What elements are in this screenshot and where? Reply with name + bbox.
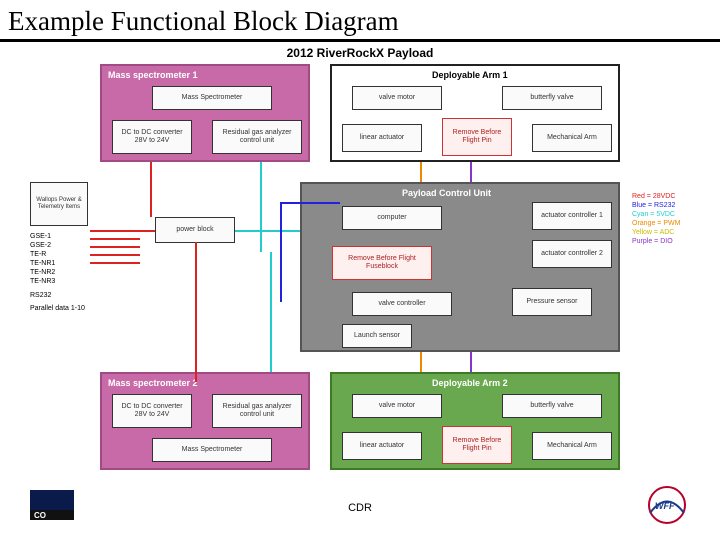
- wire: [90, 262, 140, 264]
- module-pcu-title: Payload Control Unit: [402, 188, 491, 198]
- svg-text:WFF: WFF: [655, 501, 675, 511]
- module-pcu: Payload Control Unit computer actuator c…: [300, 182, 620, 352]
- box-arm1-valvemotor: valve motor: [352, 86, 442, 110]
- module-ms1-title: Mass spectrometer 1: [108, 70, 198, 80]
- box-ms1-dcdc: DC to DC converter 28V to 24V: [112, 120, 192, 154]
- wire: [90, 238, 140, 240]
- footer-text: CDR: [0, 502, 720, 514]
- left-legend-item: TE-R: [30, 250, 90, 259]
- logo-right: WFF: [640, 485, 694, 525]
- left-legend-item: Parallel data 1-10: [30, 304, 90, 313]
- box-ms2-dcdc: DC to DC converter 28V to 24V: [112, 394, 192, 428]
- right-legend-item: Orange = PWM: [632, 219, 720, 228]
- box-arm1-mecharm: Mechanical Arm: [532, 124, 612, 152]
- box-pcu-launch: Launch sensor: [342, 324, 412, 348]
- box-ms1-rga: Residual gas analyzer control unit: [212, 120, 302, 154]
- module-ms2: Mass spectrometer 2 DC to DC converter 2…: [100, 372, 310, 470]
- box-arm2-actuator: linear actuator: [342, 432, 422, 460]
- wire: [150, 162, 152, 217]
- right-legend-item: Purple = DIO: [632, 237, 720, 246]
- left-legend-item: TE-NR2: [30, 268, 90, 277]
- wire: [90, 230, 155, 232]
- wire: [470, 162, 472, 182]
- left-legend-item: GSE-1: [30, 232, 90, 241]
- right-legend-item: Cyan = 5VDC: [632, 210, 720, 219]
- wire: [90, 246, 140, 248]
- slide-title: Example Functional Block Diagram: [0, 0, 720, 37]
- wire: [420, 162, 422, 182]
- module-arm2: Deployable Arm 2 valve motor butterfly v…: [330, 372, 620, 470]
- box-arm1-butterfly: butterfly valve: [502, 86, 602, 110]
- diagram-title: 2012 RiverRockX Payload: [0, 46, 720, 60]
- left-legend-item: TE-NR1: [30, 259, 90, 268]
- box-pcu-actctrl2: actuator controller 2: [532, 240, 612, 268]
- box-pcu-rbf-fuseblock: Remove Before Flight Fuseblock: [332, 246, 432, 280]
- box-pcu-actctrl1: actuator controller 1: [532, 202, 612, 230]
- box-arm1-actuator: linear actuator: [342, 124, 422, 152]
- svg-text:CO: CO: [34, 511, 46, 520]
- box-arm1-rbfpin: Remove Before Flight Pin: [442, 118, 512, 156]
- box-arm2-rbfpin: Remove Before Flight Pin: [442, 426, 512, 464]
- box-arm2-valvemotor: valve motor: [352, 394, 442, 418]
- box-pcu-pressure: Pressure sensor: [512, 288, 592, 316]
- box-ms2-rga: Residual gas analyzer control unit: [212, 394, 302, 428]
- wire: [195, 242, 197, 382]
- logo-left: CO: [30, 490, 74, 520]
- wire: [260, 162, 262, 252]
- wire: [270, 252, 272, 372]
- left-legend-item: RS232: [30, 291, 90, 300]
- box-arm2-mecharm: Mechanical Arm: [532, 432, 612, 460]
- wire: [470, 352, 472, 372]
- box-ms2-spectrometer: Mass Spectrometer: [152, 438, 272, 462]
- box-arm2-butterfly: butterfly valve: [502, 394, 602, 418]
- wire: [420, 352, 422, 372]
- module-ms1: Mass spectrometer 1 Mass Spectrometer DC…: [100, 64, 310, 162]
- box-power-block: power block: [155, 217, 235, 243]
- left-legend-title: Wallops Power & Telemetry Items: [30, 182, 88, 226]
- left-legend-item: TE-NR3: [30, 277, 90, 286]
- box-pcu-computer: computer: [342, 206, 442, 230]
- module-arm1: Deployable Arm 1 valve motor butterfly v…: [330, 64, 620, 162]
- wire: [280, 202, 340, 204]
- left-legend-item: GSE-2: [30, 241, 90, 250]
- wire: [90, 254, 140, 256]
- left-legend: Wallops Power & Telemetry Items GSE-1 GS…: [30, 182, 90, 313]
- module-arm1-title: Deployable Arm 1: [432, 70, 508, 80]
- box-pcu-valvectrl: valve controller: [352, 292, 452, 316]
- right-legend-item: Red = 28VDC: [632, 192, 720, 201]
- module-ms2-title: Mass spectrometer 2: [108, 378, 198, 388]
- wire: [280, 202, 282, 302]
- box-ms1-spectrometer: Mass Spectrometer: [152, 86, 272, 110]
- right-legend: Red = 28VDC Blue = RS232 Cyan = 5VDC Ora…: [632, 192, 720, 247]
- diagram-canvas: 2012 RiverRockX Payload Mass spectromete…: [0, 42, 720, 500]
- right-legend-item: Blue = RS232: [632, 201, 720, 210]
- wire: [235, 230, 300, 232]
- module-arm2-title: Deployable Arm 2: [432, 378, 508, 388]
- right-legend-item: Yellow = ADC: [632, 228, 720, 237]
